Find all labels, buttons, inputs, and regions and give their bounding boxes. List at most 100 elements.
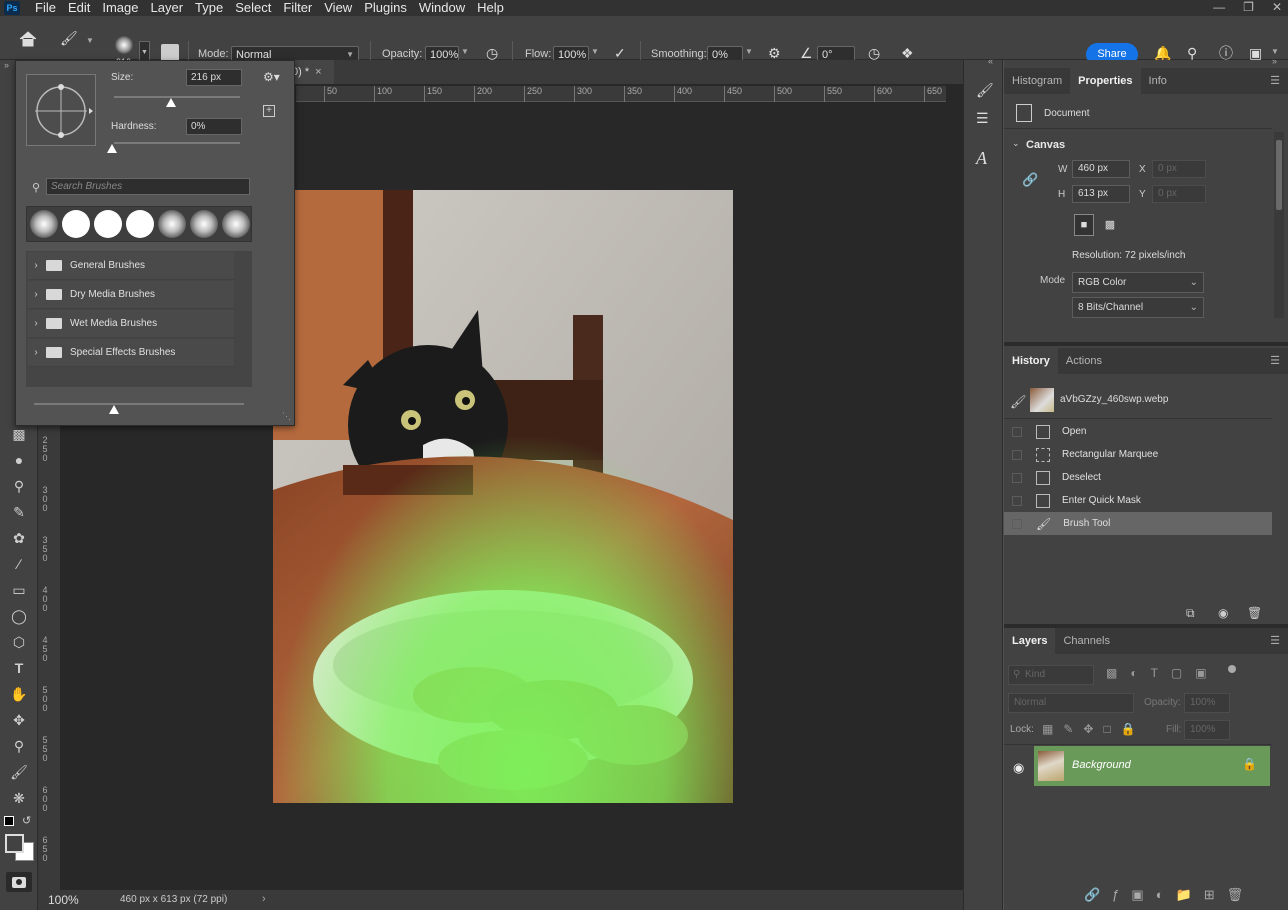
size-slider-thumb[interactable] bbox=[165, 98, 176, 107]
symmetry-icon[interactable]: ❖ bbox=[901, 45, 914, 61]
workspace-icon[interactable]: ▣ bbox=[1249, 45, 1262, 61]
tab-properties[interactable]: Properties bbox=[1070, 68, 1141, 94]
history-checkbox[interactable] bbox=[1012, 472, 1022, 483]
hardness-slider-track[interactable] bbox=[114, 142, 240, 144]
gear-icon[interactable]: ⚙ bbox=[768, 45, 781, 61]
search-brushes-input[interactable]: Search Brushes bbox=[46, 178, 250, 195]
close-tab-icon[interactable]: × bbox=[315, 66, 321, 78]
link-icon[interactable]: 🔗 bbox=[1022, 172, 1038, 188]
bit-depth-select[interactable]: 8 Bits/Channel ⌄ bbox=[1072, 297, 1204, 318]
brush-tip-hard[interactable] bbox=[126, 210, 154, 238]
character-panel-icon[interactable]: A bbox=[976, 148, 987, 169]
pen-tool-icon[interactable]: ✎ bbox=[8, 502, 30, 522]
panel-menu-icon[interactable]: ☰ bbox=[1270, 354, 1280, 367]
new-document-from-state-icon[interactable]: ⧉ bbox=[1186, 606, 1195, 621]
layer-name[interactable]: Background bbox=[1072, 759, 1131, 771]
minimize-icon[interactable]: — bbox=[1213, 0, 1225, 14]
preview-size-slider-thumb[interactable] bbox=[109, 405, 119, 414]
snapshot-name[interactable]: aVbGZzy_460swp.webp bbox=[1060, 394, 1168, 405]
pixel-grid-icon[interactable]: ❋ bbox=[8, 788, 30, 808]
hand-tool-icon[interactable]: ✋ bbox=[8, 684, 30, 704]
brush-tip-soft-selected[interactable] bbox=[222, 210, 250, 238]
brush-tool-icon[interactable]: 🖌 bbox=[8, 762, 30, 782]
collapse-dock-icon[interactable]: » bbox=[1272, 56, 1277, 66]
zoom-level[interactable]: 100% bbox=[48, 893, 79, 907]
brush-tip-hard[interactable] bbox=[62, 210, 90, 238]
search-icon[interactable]: ⚲ bbox=[1187, 45, 1197, 61]
menu-type[interactable]: Type bbox=[189, 0, 229, 16]
new-preset-icon[interactable]: + bbox=[263, 105, 275, 117]
polygon-tool-icon[interactable]: ⬡ bbox=[8, 632, 30, 652]
menu-view[interactable]: View bbox=[318, 0, 358, 16]
ellipse-tool-icon[interactable]: ◯ bbox=[8, 606, 30, 626]
preview-size-slider-track[interactable] bbox=[34, 403, 244, 405]
close-icon[interactable]: ✕ bbox=[1272, 0, 1282, 14]
camera-icon[interactable]: ◉ bbox=[1218, 606, 1228, 620]
color-mode-select[interactable]: RGB Color ⌄ bbox=[1072, 272, 1204, 293]
chevron-down-icon[interactable]: ▼ bbox=[1271, 47, 1279, 56]
brush-tip-preview[interactable] bbox=[114, 36, 134, 54]
smoothing-dropdown[interactable]: ▼ bbox=[745, 47, 753, 56]
collapse-icon[interactable]: » bbox=[4, 60, 9, 70]
bell-icon[interactable]: 🔔 bbox=[1154, 45, 1171, 61]
history-step[interactable]: Deselect bbox=[1004, 466, 1272, 489]
flow-dropdown[interactable]: ▼ bbox=[591, 47, 599, 56]
canvas-width-input[interactable]: 460 px bbox=[1072, 160, 1130, 178]
menu-window[interactable]: Window bbox=[413, 0, 471, 16]
menu-image[interactable]: Image bbox=[96, 0, 144, 16]
menu-help[interactable]: Help bbox=[471, 0, 510, 16]
layer-actions-bar[interactable]: 🔗ƒ▣◐📁⊞🗑 bbox=[1084, 887, 1255, 903]
tab-histogram[interactable]: Histogram bbox=[1004, 68, 1070, 94]
folder-special-effects-brushes[interactable]: › Special Effects Brushes bbox=[28, 339, 234, 367]
restore-icon[interactable]: ❐ bbox=[1243, 0, 1254, 14]
type-tool-icon[interactable]: T bbox=[8, 658, 30, 678]
folder-dry-media-brushes[interactable]: › Dry Media Brushes bbox=[28, 281, 234, 309]
tab-channels[interactable]: Channels bbox=[1055, 628, 1117, 654]
history-checkbox[interactable] bbox=[1012, 426, 1022, 437]
hardness-input[interactable]: 0% bbox=[186, 118, 242, 135]
tab-info[interactable]: Info bbox=[1141, 68, 1175, 94]
brush-preset-icon[interactable]: 🖌 bbox=[60, 30, 78, 46]
menu-layer[interactable]: Layer bbox=[145, 0, 190, 16]
airbrush-icon[interactable]: ✓ bbox=[614, 45, 626, 61]
history-step[interactable]: Open bbox=[1004, 420, 1272, 443]
panel-menu-icon[interactable]: ☰ bbox=[1270, 74, 1280, 87]
tab-layers[interactable]: Layers bbox=[1004, 628, 1056, 654]
expand-panels-icon[interactable]: « bbox=[988, 56, 993, 66]
history-checkbox[interactable] bbox=[1012, 449, 1022, 460]
tab-history[interactable]: History bbox=[1004, 348, 1058, 374]
menu-edit[interactable]: Edit bbox=[62, 0, 96, 16]
menu-filter[interactable]: Filter bbox=[277, 0, 318, 16]
layer-row-background[interactable]: Background 🔒 bbox=[1034, 746, 1270, 786]
foreground-color-swatch[interactable] bbox=[5, 834, 24, 853]
landscape-orientation-icon[interactable]: ▩ bbox=[1100, 215, 1120, 235]
chevron-right-icon[interactable]: › bbox=[262, 893, 266, 905]
adjustments-panel-icon[interactable]: ☰ bbox=[976, 110, 989, 126]
size-slider-track[interactable] bbox=[114, 96, 240, 98]
brush-tip-soft[interactable] bbox=[30, 210, 58, 238]
default-colors-icon[interactable] bbox=[4, 816, 14, 826]
chevron-down-icon[interactable]: ▼ bbox=[86, 36, 94, 45]
menu-select[interactable]: Select bbox=[229, 0, 277, 16]
gear-icon[interactable]: ⚙▾ bbox=[263, 70, 280, 84]
tab-actions[interactable]: Actions bbox=[1058, 348, 1110, 374]
canvas-height-input[interactable]: 613 px bbox=[1072, 185, 1130, 203]
blur-tool-icon[interactable]: ● bbox=[8, 450, 30, 470]
resize-grip-icon[interactable]: ⋱ bbox=[282, 411, 291, 422]
history-step[interactable]: Enter Quick Mask bbox=[1004, 489, 1272, 512]
zoom-tool-icon[interactable]: ⚲ bbox=[8, 736, 30, 756]
lock-icon[interactable]: 🔒 bbox=[1242, 757, 1257, 771]
line-tool-icon[interactable]: ∕ bbox=[8, 554, 30, 574]
home-icon[interactable] bbox=[18, 30, 38, 48]
panel-menu-icon[interactable]: ☰ bbox=[1270, 634, 1280, 647]
brush-size-input[interactable]: 216 px bbox=[186, 69, 242, 86]
rectangle-tool-icon[interactable]: ▭ bbox=[8, 580, 30, 600]
swap-colors-icon[interactable]: ↺ bbox=[22, 814, 31, 827]
hardness-slider-thumb[interactable] bbox=[107, 144, 117, 153]
history-brush-source-icon[interactable]: 🖌 bbox=[1010, 394, 1027, 410]
folder-wet-media-brushes[interactable]: › Wet Media Brushes bbox=[28, 310, 234, 338]
brush-settings-panel-icon[interactable]: 🖌 bbox=[976, 82, 994, 98]
pressure-opacity-icon[interactable]: ◷ bbox=[486, 45, 498, 61]
portrait-orientation-icon[interactable]: ■ bbox=[1074, 214, 1094, 236]
brush-tip-soft[interactable] bbox=[190, 210, 218, 238]
